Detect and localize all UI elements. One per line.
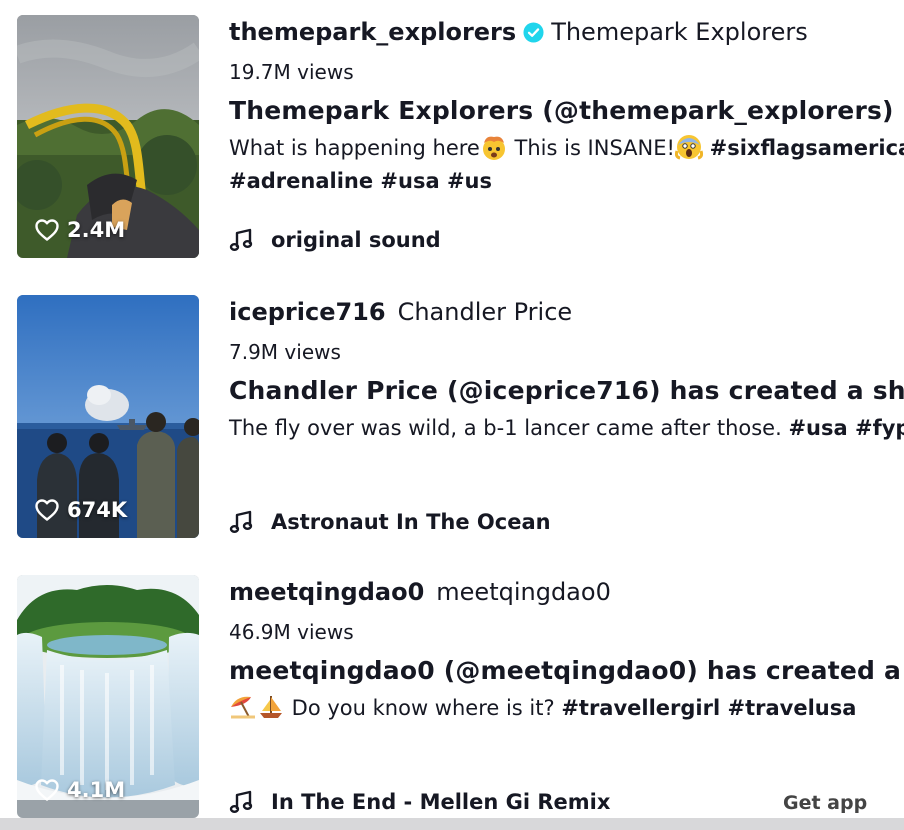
author-nickname[interactable]: Chandler Price xyxy=(398,298,573,326)
screaming-face-emoji-icon xyxy=(674,135,703,160)
video-result-item[interactable]: 2.4M themepark_explorers Themepark Explo… xyxy=(0,0,904,280)
sound-link[interactable]: In The End - Mellen Gi Remix xyxy=(229,789,610,815)
video-description: What is happening here This is INSANE! #… xyxy=(229,132,904,198)
bottom-bar xyxy=(0,818,904,830)
author-nickname[interactable]: Themepark Explorers xyxy=(551,18,808,46)
video-result-item[interactable]: 674K iceprice716 Chandler Price 7.9M vie… xyxy=(0,280,904,560)
video-thumbnail[interactable]: 2.4M xyxy=(17,15,199,258)
hashtag-link[interactable]: #sixflagsamerica xyxy=(710,136,904,160)
like-count: 4.1M xyxy=(35,778,125,802)
video-description: Do you know where is it? #travellergirl … xyxy=(229,692,904,725)
like-count: 674K xyxy=(35,498,127,522)
video-thumbnail[interactable]: 674K xyxy=(17,295,199,538)
author-username[interactable]: iceprice716 xyxy=(229,298,386,326)
video-title[interactable]: Themepark Explorers (@themepark_explorer… xyxy=(229,96,904,128)
beach-umbrella-emoji-icon xyxy=(231,696,255,719)
video-title[interactable]: Chandler Price (@iceprice716) has create… xyxy=(229,376,904,408)
video-result-item[interactable]: 4.1M meetqingdao0 meetqingdao0 46.9M vie… xyxy=(0,560,904,830)
description-text: Do you know where is it? xyxy=(285,696,562,720)
heart-icon xyxy=(35,779,59,801)
hashtag-link[interactable]: #travellergirl #travelusa xyxy=(561,696,856,720)
sailboat-emoji-icon xyxy=(260,696,282,718)
video-search-results: 2.4M themepark_explorers Themepark Explo… xyxy=(0,0,904,830)
verified-badge-icon xyxy=(523,21,544,43)
description-text: This is INSANE! xyxy=(507,136,675,160)
author-row[interactable]: themepark_explorers Themepark Explorers xyxy=(229,15,904,49)
video-info: meetqingdao0 meetqingdao0 46.9M views me… xyxy=(229,575,904,725)
description-text: The fly over was wild, a b-1 lancer came… xyxy=(229,416,789,440)
heart-icon xyxy=(35,499,59,521)
like-count-text: 2.4M xyxy=(67,218,126,242)
music-note-icon xyxy=(229,228,253,252)
sound-link[interactable]: Astronaut In The Ocean xyxy=(229,509,551,535)
video-info: themepark_explorers Themepark Explorers … xyxy=(229,15,904,198)
author-nickname[interactable]: meetqingdao0 xyxy=(436,578,611,606)
exploding-head-emoji-icon xyxy=(482,136,505,160)
like-count-text: 4.1M xyxy=(67,778,126,802)
description-text: What is happening here xyxy=(229,136,480,160)
like-count: 2.4M xyxy=(35,218,125,242)
video-info: iceprice716 Chandler Price 7.9M views Ch… xyxy=(229,295,904,445)
author-username[interactable]: meetqingdao0 xyxy=(229,578,424,606)
get-app-button[interactable]: Get app xyxy=(783,792,867,814)
music-note-icon xyxy=(229,790,253,814)
sound-title: Astronaut In The Ocean xyxy=(271,510,551,534)
video-description: The fly over was wild, a b-1 lancer came… xyxy=(229,412,904,445)
hashtag-link[interactable]: #adrenaline #usa #us xyxy=(229,169,492,193)
like-count-text: 674K xyxy=(67,498,128,522)
author-row[interactable]: meetqingdao0 meetqingdao0 xyxy=(229,575,904,609)
sound-title: original sound xyxy=(271,228,441,252)
music-note-icon xyxy=(229,510,253,534)
video-thumbnail[interactable]: 4.1M xyxy=(17,575,199,818)
author-username[interactable]: themepark_explorers xyxy=(229,18,516,46)
view-count: 46.9M views xyxy=(229,620,354,644)
heart-icon xyxy=(35,219,59,241)
author-row[interactable]: iceprice716 Chandler Price xyxy=(229,295,904,329)
video-title[interactable]: meetqingdao0 (@meetqingdao0) has created… xyxy=(229,656,904,688)
sound-link[interactable]: original sound xyxy=(229,227,441,253)
sound-title: In The End - Mellen Gi Remix xyxy=(271,790,611,814)
hashtag-link[interactable]: #usa #fyp # xyxy=(788,416,904,440)
view-count: 19.7M views xyxy=(229,60,354,84)
view-count: 7.9M views xyxy=(229,340,341,364)
